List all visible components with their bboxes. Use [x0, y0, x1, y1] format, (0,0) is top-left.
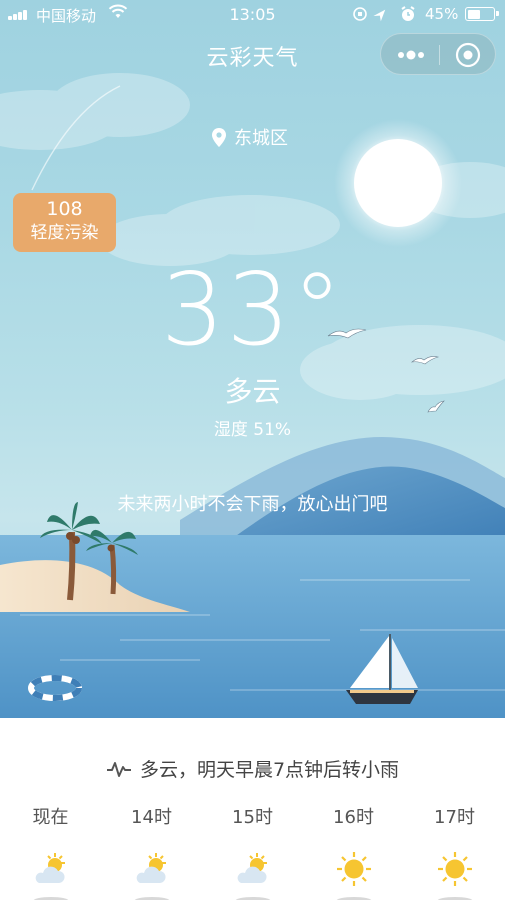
aqi-label: 轻度污染	[30, 223, 99, 243]
hourly-item: 16时	[303, 803, 404, 900]
miniprogram-capsule	[380, 33, 496, 75]
hour-label: 14时	[131, 807, 172, 828]
more-dots-icon	[398, 50, 424, 60]
status-bar: 中国移动 13:05 45%	[0, 0, 505, 30]
battery-icon	[465, 7, 499, 21]
partly-cloudy-icon	[35, 853, 65, 883]
partly-cloudy-icon	[237, 853, 267, 883]
battery-percent: 45%	[425, 5, 459, 23]
status-icons	[352, 5, 422, 27]
location[interactable]: 东城区	[212, 124, 288, 150]
hourly-item: 15时	[202, 803, 303, 900]
close-miniprogram-button[interactable]	[440, 34, 497, 76]
orientation-lock-icon	[353, 7, 367, 21]
humidity: 湿度 51%	[213, 420, 292, 440]
target-close-icon	[455, 42, 481, 68]
rain-forecast-tip: 未来两小时不会下雨，放心出门吧	[117, 494, 388, 515]
location-name: 东城区	[234, 128, 288, 149]
sun-icon	[437, 852, 472, 886]
current-condition: 多云	[224, 375, 281, 408]
forecast-summary-text: 多云，明天早晨7点钟后转小雨	[139, 759, 400, 781]
hour-label: 17时	[434, 807, 475, 828]
current-temperature: 33°	[160, 251, 345, 368]
hour-label: 15时	[232, 807, 273, 828]
hour-label: 现在	[32, 807, 69, 828]
hourly-item: 14时	[101, 803, 202, 900]
hour-label: 16时	[333, 807, 374, 828]
more-button[interactable]	[381, 34, 439, 76]
hourly-item: 17时	[404, 803, 505, 900]
partly-cloudy-icon	[136, 853, 166, 883]
location-arrow-icon	[373, 9, 386, 22]
pulse-icon	[106, 761, 131, 777]
sun-icon	[336, 852, 371, 886]
location-pin-icon	[212, 127, 226, 147]
forecast-summary: 多云，明天早晨7点钟后转小雨	[0, 755, 505, 782]
aqi-value: 108	[46, 198, 83, 220]
alarm-icon	[401, 6, 415, 21]
hourly-item: 现在	[0, 803, 101, 900]
air-quality-badge[interactable]: 108 轻度污染	[13, 193, 116, 252]
